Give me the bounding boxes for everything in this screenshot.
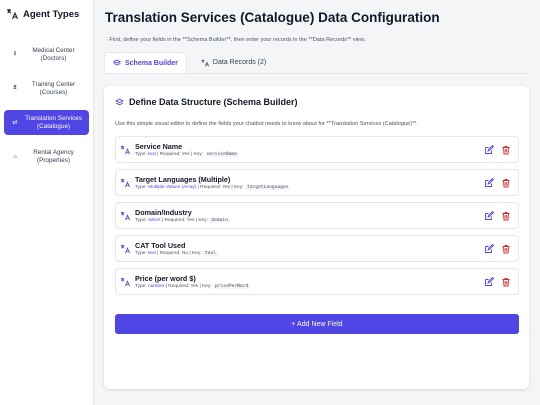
delete-icon[interactable] [501,211,511,221]
delete-icon[interactable] [501,277,511,287]
schema-field-row: Service Name Type: text | Required: Yes … [115,136,519,163]
field-meta: Type: Multiple Values (Array) | Required… [135,184,291,190]
field-name: Domain/Industry [135,207,192,217]
layers-icon [113,59,121,66]
translate-icon [120,178,130,187]
schema-title: Define Data Structure (Schema Builder) [115,97,298,107]
field-info: Service Name Type: text | Required: Yes … [135,142,484,158]
field-meta: Type: select | Required: Yes | Key: doma… [135,217,230,223]
schema-field-row: Price (per word $) Type: number | Requir… [115,268,519,295]
edit-icon[interactable] [484,210,494,221]
sidebar-item-rental-agency[interactable]: ⌂ Rental Agency (Properties) [4,144,89,169]
field-meta: Type: text | Required: Yes | Key: servic… [135,151,239,157]
delete-icon[interactable] [501,145,511,155]
translate-icon [201,59,209,66]
schema-field-row: Target Languages (Multiple) Type: Multip… [115,169,519,196]
sidebar-item-training-center[interactable]: ⩩ Training Center (Courses) [4,76,89,101]
field-meta: Type: text | Required: No | Key: tool [135,250,218,256]
edit-icon[interactable] [484,177,494,188]
field-info: Target Languages (Multiple) Type: Multip… [135,175,484,191]
field-info: CAT Tool Used Type: text | Required: No … [135,241,484,257]
delete-icon[interactable] [501,178,511,188]
translate-icon [120,244,130,253]
schema-title-text: Define Data Structure (Schema Builder) [129,97,298,107]
field-name: Target Languages (Multiple) [135,174,231,184]
translate-icon [7,9,18,20]
tab-label: Data Records (2) [212,59,267,66]
schema-field-row: CAT Tool Used Type: text | Required: No … [115,235,519,262]
sidebar: Agent Types ⫫ Medical Center (Doctors) ⩩ … [0,0,94,405]
pulse-icon: ⫫ [13,51,17,57]
tab-bar: Schema Builder Data Records (2) [104,52,529,74]
tab-label: Schema Builder [125,59,178,67]
school-icon: ⩩ [13,85,17,91]
tab-schema-builder[interactable]: Schema Builder [104,52,187,73]
main-content: Translation Services (Catalogue) Data Co… [94,0,540,405]
delete-icon[interactable] [501,244,511,254]
field-name: Price (per word $) [135,273,196,283]
intro-text: · First, define your fields in the **Sch… [106,37,366,43]
edit-icon[interactable] [484,144,494,155]
field-meta: Type: number | Required: Yes | Key: pric… [135,283,251,289]
schema-description: Use this simple visual editor to define … [115,121,418,127]
sidebar-item-label: Rental Agency (Properties) [33,148,74,164]
field-info: Price (per word $) Type: number | Requir… [135,274,484,290]
home-icon: ⌂ [13,153,17,160]
layers-icon [115,98,124,105]
field-name: Service Name [135,141,183,151]
translate-icon: ⇄ [12,120,18,126]
sidebar-list: ⫫ Medical Center (Doctors) ⩩ Training Cen… [0,42,93,169]
sidebar-title-text: Agent Types [23,8,80,20]
page-title: Translation Services (Catalogue) Data Co… [105,10,440,25]
sidebar-item-translation-services[interactable]: ⇄ Translation Services (Catalogue) [4,110,89,135]
schema-field-row: Domain/Industry Type: select | Required:… [115,202,519,229]
field-info: Domain/Industry Type: select | Required:… [135,208,484,224]
translate-icon [120,277,130,286]
sidebar-item-medical-center[interactable]: ⫫ Medical Center (Doctors) [4,42,89,67]
edit-icon[interactable] [484,243,494,254]
translate-icon [120,211,130,220]
sidebar-item-label: Translation Services (Catalogue) [25,114,82,130]
schema-builder-card: Define Data Structure (Schema Builder) U… [104,86,529,389]
sidebar-item-label: Training Center (Courses) [31,80,76,96]
sidebar-item-label: Medical Center (Doctors) [32,46,75,62]
tab-data-records[interactable]: Data Records (2) [193,52,274,73]
edit-icon[interactable] [484,276,494,287]
field-name: CAT Tool Used [135,240,186,250]
add-new-field-button[interactable]: + Add New Field [115,314,519,334]
sidebar-title: Agent Types [0,0,93,20]
translate-icon [120,145,130,154]
